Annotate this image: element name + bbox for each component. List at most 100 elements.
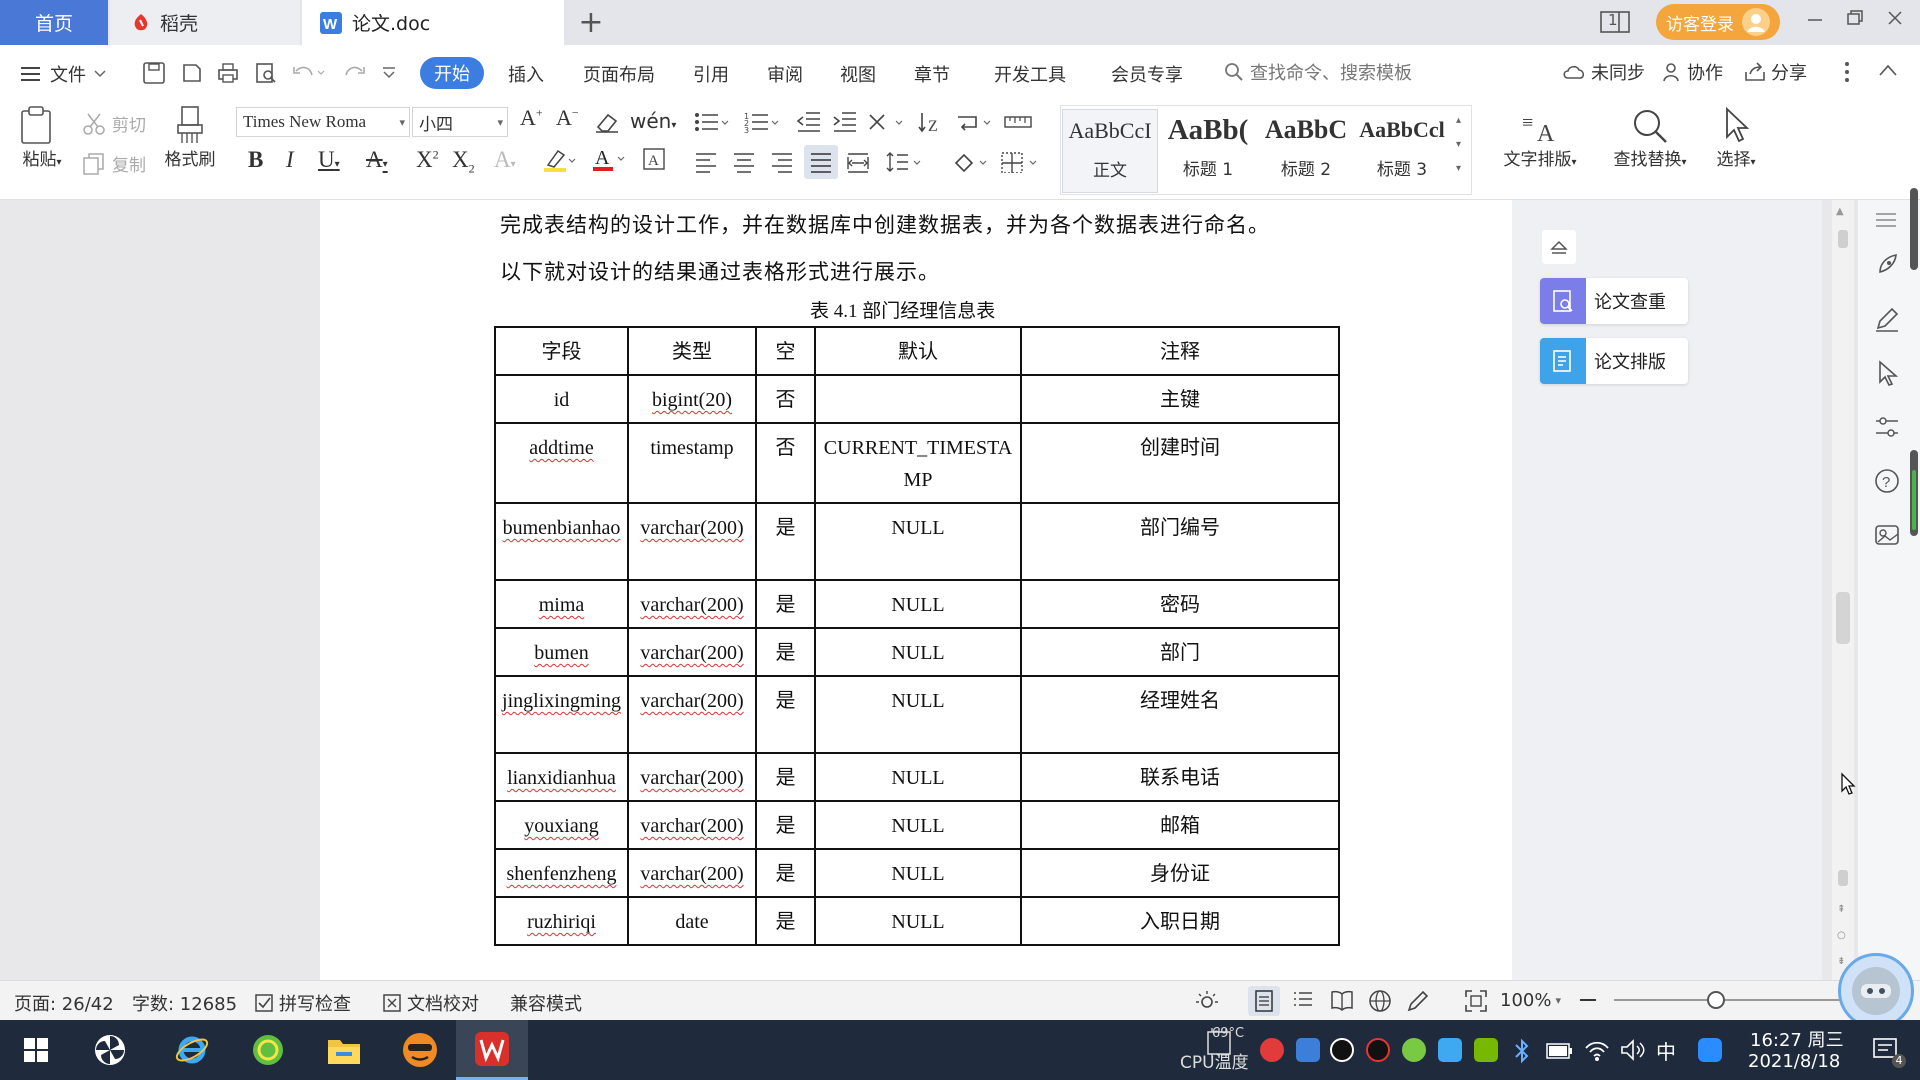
fit-page-icon[interactable] <box>1464 989 1488 1013</box>
decrease-indent-icon[interactable] <box>796 111 822 133</box>
tab-daoke[interactable]: 稻壳 <box>110 0 300 45</box>
ruler-icon[interactable] <box>1004 111 1032 133</box>
align-right-icon[interactable] <box>770 151 794 173</box>
print-preview-icon[interactable] <box>254 61 278 85</box>
collapse-ribbon-icon[interactable] <box>1878 63 1898 77</box>
menu-developer[interactable]: 开发工具 <box>994 61 1066 87</box>
minimize-icon[interactable] <box>1806 8 1824 28</box>
more-options-icon[interactable] <box>1844 61 1850 83</box>
body-paragraph-2[interactable]: 以下就对设计的结果通过表格形式进行展示。 <box>500 256 940 286</box>
bullet-list-icon[interactable] <box>694 111 730 133</box>
italic-icon[interactable]: I <box>286 147 294 173</box>
menu-review[interactable]: 审阅 <box>767 61 803 87</box>
tray-app-red-icon[interactable] <box>1260 1038 1284 1062</box>
tray-q-icon[interactable] <box>1698 1038 1722 1062</box>
assistant-avatar[interactable] <box>1838 953 1914 1029</box>
style-gallery-scroll[interactable]: ▴ ▾ ▾ <box>1456 109 1461 181</box>
image-tool-icon[interactable] <box>1874 522 1900 548</box>
department-manager-table[interactable]: 字段 类型 空 默认 注释 id bigint(20) 否 主键 addtime… <box>494 326 1340 946</box>
reading-view-icon[interactable] <box>1330 989 1354 1011</box>
undo-icon[interactable] <box>292 63 326 83</box>
bold-icon[interactable]: B <box>248 147 263 173</box>
shading-icon[interactable] <box>952 151 988 173</box>
save-icon[interactable] <box>142 61 166 85</box>
font-name-select[interactable]: Times New Roma ▾ <box>236 107 410 137</box>
grow-font-icon[interactable]: A+ <box>520 105 543 131</box>
scroll-bottom-marker[interactable] <box>1838 870 1848 886</box>
scroll-top-marker[interactable] <box>1838 230 1848 248</box>
font-color-icon[interactable]: A <box>592 145 626 173</box>
style-heading-1[interactable]: AaBb( 标题 1 <box>1160 109 1256 193</box>
table-caption[interactable]: 表 4.1 部门经理信息表 <box>810 296 995 323</box>
copy-button[interactable]: 复制 <box>82 151 146 176</box>
word-count[interactable]: 字数: 12685 <box>132 990 237 1016</box>
file-explorer-icon[interactable] <box>316 1028 372 1072</box>
share-button[interactable]: 分享 <box>1744 59 1807 85</box>
menu-references[interactable]: 引用 <box>693 61 729 87</box>
scrollbar-thumb[interactable] <box>1836 592 1850 644</box>
close-icon[interactable] <box>1886 8 1904 28</box>
distributed-align-icon[interactable] <box>846 151 870 173</box>
cut-button[interactable]: 剪切 <box>82 111 146 136</box>
tray-qq-icon[interactable] <box>1330 1038 1354 1062</box>
zoom-slider-track[interactable] <box>1614 999 1844 1001</box>
menu-page-layout[interactable]: 页面布局 <box>583 61 655 87</box>
font-size-select[interactable]: 小四 ▾ <box>412 107 508 137</box>
page-indicator[interactable]: 页面: 26/42 <box>14 990 114 1016</box>
file-menu[interactable]: 文件 <box>20 61 106 87</box>
style-heading-2[interactable]: AaBbC 标题 2 <box>1258 109 1354 193</box>
zoom-out-icon[interactable] <box>1580 999 1596 1001</box>
scroll-up-icon[interactable]: ▲ <box>1836 206 1844 217</box>
cursor-icon[interactable] <box>1876 360 1900 386</box>
quick-access-dropdown-icon[interactable] <box>382 67 396 79</box>
clock-date[interactable]: 2021/8/18 <box>1748 1051 1840 1072</box>
thesis-layout-button[interactable]: 论文排版 <box>1540 338 1688 384</box>
align-left-icon[interactable] <box>694 151 718 173</box>
doc-proofread-button[interactable]: 文档校对 <box>382 990 479 1016</box>
command-search[interactable]: 查找命令、搜索模板 <box>1224 59 1412 85</box>
menu-insert[interactable]: 插入 <box>508 61 544 87</box>
outline-view-icon[interactable] <box>1292 989 1314 1011</box>
redo-icon[interactable] <box>342 63 366 83</box>
select-button[interactable]: 选择▾ <box>1706 107 1766 170</box>
collapse-panel-icon[interactable] <box>1542 230 1576 264</box>
borders-icon[interactable] <box>1000 151 1040 173</box>
rocket-icon[interactable] <box>1874 252 1900 278</box>
sort-icon[interactable]: Z <box>918 111 942 133</box>
pinwheel-app-icon[interactable] <box>82 1028 138 1072</box>
tab-document[interactable]: W 论文.doc <box>302 0 564 45</box>
highlight-icon[interactable] <box>542 147 576 173</box>
tray-plus-icon[interactable] <box>1402 1038 1426 1062</box>
clear-format-icon[interactable] <box>594 111 620 133</box>
eye-protection-icon[interactable] <box>1194 989 1220 1013</box>
char-border-icon[interactable]: A <box>642 147 666 171</box>
format-painter-button[interactable]: 格式刷 <box>160 105 220 170</box>
increase-indent-icon[interactable] <box>832 111 858 133</box>
print-icon[interactable] <box>216 61 240 85</box>
restore-icon[interactable] <box>1846 8 1864 28</box>
help-icon[interactable]: ? <box>1874 468 1900 494</box>
zoom-select[interactable]: 100% ▾ <box>1500 990 1561 1011</box>
menu-member[interactable]: 会员专享 <box>1111 61 1183 87</box>
text-layout-button[interactable]: ≡ A 文字排版▾ <box>1494 107 1586 170</box>
wifi-icon[interactable] <box>1584 1038 1610 1062</box>
pen-icon[interactable] <box>1874 306 1900 332</box>
new-tab-button[interactable]: + <box>568 0 614 45</box>
line-spacing-icon[interactable] <box>886 151 922 173</box>
strikethrough-icon[interactable]: A▾ <box>366 147 388 173</box>
tray-shield-icon[interactable] <box>1296 1038 1320 1062</box>
wps-taskbar-button[interactable] <box>456 1020 528 1080</box>
line-break-icon[interactable] <box>956 111 992 133</box>
spell-check-button[interactable]: 拼写检查 <box>254 990 351 1016</box>
style-normal[interactable]: AaBbCcI 正文 <box>1062 109 1158 193</box>
superscript-icon[interactable]: X2 <box>416 147 439 173</box>
shrink-font-icon[interactable]: A− <box>556 105 579 131</box>
sync-status[interactable]: 未同步 <box>1562 59 1645 85</box>
battery-icon[interactable] <box>1546 1042 1574 1060</box>
justify-icon[interactable] <box>804 145 838 179</box>
visitor-login-button[interactable]: 访客登录 <box>1656 4 1780 40</box>
thesis-check-button[interactable]: 论文查重 <box>1540 278 1688 324</box>
settings-sliders-icon[interactable] <box>1874 414 1900 440</box>
numbered-list-icon[interactable]: 123 <box>744 111 780 133</box>
style-heading-3[interactable]: AaBbCcl 标题 3 <box>1354 109 1450 193</box>
